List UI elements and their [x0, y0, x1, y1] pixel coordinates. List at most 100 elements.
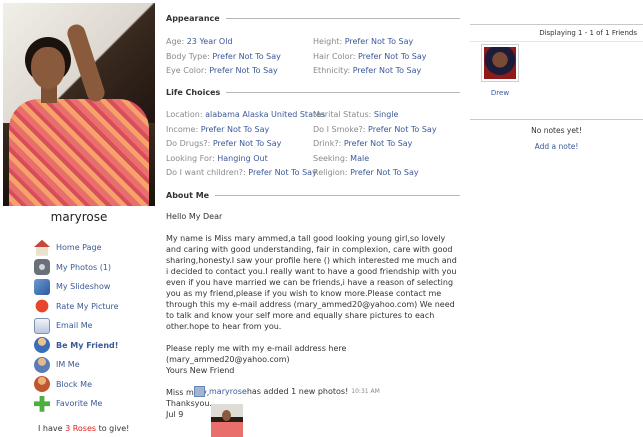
profile-username: maryrose: [50, 210, 108, 224]
eye-color-value[interactable]: Prefer Not To Say: [209, 66, 278, 75]
marital-status-field: Marital Status: Single: [313, 110, 399, 119]
profile-details: Appearance Age: 23 Year Old Height: Pref…: [166, 0, 460, 437]
section-title: Life Choices: [166, 88, 221, 97]
action-my-slideshow[interactable]: My Slideshow: [34, 277, 158, 297]
home-icon: [34, 239, 50, 256]
seeking-value[interactable]: Male: [350, 154, 369, 163]
ethnicity-value[interactable]: Prefer Not To Say: [353, 66, 422, 75]
profile-sidebar: maryrose Home Page My Photos (1) My Slid…: [0, 0, 158, 437]
detail-row: Body Type: Prefer Not To Say Hair Color:…: [166, 52, 460, 67]
action-label: Email Me: [56, 321, 93, 331]
activity-photo-thumbnail[interactable]: [211, 404, 243, 437]
drugs-field: Do Drugs?: Prefer Not To Say: [166, 139, 282, 148]
about-header: About Me: [166, 191, 460, 200]
action-email-me[interactable]: Email Me: [34, 316, 158, 336]
action-label: Favorite Me: [56, 399, 103, 409]
activity-time: 10:31 AM: [351, 388, 380, 395]
photo-added-icon: [194, 386, 205, 397]
detail-row: Eye Color: Prefer Not To Say Ethnicity: …: [166, 66, 460, 81]
detail-row: Do Drugs?: Prefer Not To Say Drink?: Pre…: [166, 139, 460, 154]
drink-field: Drink?: Prefer Not To Say: [313, 139, 413, 148]
roses-count-link[interactable]: 3 Roses: [65, 424, 96, 433]
im-icon: [34, 356, 50, 373]
profile-photo[interactable]: [3, 3, 155, 206]
action-label: My Slideshow: [56, 282, 111, 292]
detail-row: Location: alabama Alaska United States M…: [166, 110, 460, 125]
slideshow-icon: [34, 278, 50, 295]
detail-row: Income: Prefer Not To Say Do I Smoke?: P…: [166, 125, 460, 140]
looking-for-value[interactable]: Hanging Out: [217, 154, 267, 163]
notes-empty-text: No notes yet!: [531, 126, 582, 135]
smoke-value[interactable]: Prefer Not To Say: [368, 125, 437, 134]
friend-avatar[interactable]: [481, 44, 519, 82]
action-my-photos[interactable]: My Photos (1): [34, 258, 158, 278]
drink-value[interactable]: Prefer Not To Say: [344, 139, 413, 148]
marital-status-value[interactable]: Single: [374, 110, 399, 119]
activity-user-link[interactable]: maryrose: [209, 387, 247, 396]
religion-value[interactable]: Prefer Not To Say: [350, 168, 419, 177]
friend-card[interactable]: Drew: [478, 44, 522, 97]
action-rate-picture[interactable]: Rate My Picture: [32, 297, 158, 317]
about-paragraph: Please reply me with my e-mail address h…: [166, 344, 347, 375]
action-block-me[interactable]: Block Me: [34, 375, 158, 395]
action-label: Block Me: [56, 379, 93, 389]
block-icon: [34, 376, 50, 393]
hair-color-value[interactable]: Prefer Not To Say: [358, 52, 427, 61]
action-label: Rate My Picture: [56, 301, 119, 311]
action-home-page[interactable]: Home Page: [34, 238, 158, 258]
body-type-value[interactable]: Prefer Not To Say: [212, 52, 281, 61]
detail-row: Looking For: Hanging Out Seeking: Male: [166, 154, 460, 169]
roses-text: I have 3 Roses to give!: [38, 424, 129, 433]
age-field: Age: 23 Year Old: [166, 37, 233, 46]
activity-text: has added 1 new photos!: [246, 387, 349, 396]
action-be-my-friend[interactable]: Be My Friend!: [34, 336, 158, 356]
divider: [215, 195, 460, 196]
friend-name-link[interactable]: Drew: [478, 89, 522, 97]
about-paragraph: My name is Miss mary ammed,a tall good l…: [166, 234, 457, 331]
action-label: IM Me: [56, 360, 80, 370]
age-value[interactable]: 23 Year Old: [187, 37, 233, 46]
height-value[interactable]: Prefer Not To Say: [345, 37, 414, 46]
action-im-me[interactable]: IM Me: [34, 355, 158, 375]
action-favorite-me[interactable]: Favorite Me: [34, 394, 158, 414]
body-type-field: Body Type: Prefer Not To Say: [166, 52, 281, 61]
profile-actions: Home Page My Photos (1) My Slideshow Rat…: [32, 238, 158, 414]
looking-for-field: Looking For: Hanging Out: [166, 153, 268, 163]
friends-header: Displaying 1 - 1 of 1 Friends: [470, 24, 643, 42]
friends-count: Displaying 1 - 1 of 1 Friends: [539, 29, 637, 37]
activity-item: maryrose has added 1 new photos! 10:31 A…: [194, 386, 458, 397]
location-value[interactable]: alabama Alaska United States: [205, 110, 325, 119]
email-icon: [34, 317, 50, 334]
divider: [225, 18, 460, 19]
children-field: Do I want children?: Prefer Not To Say: [166, 168, 317, 177]
action-label: Be My Friend!: [56, 340, 119, 350]
smoke-field: Do I Smoke?: Prefer Not To Say: [313, 124, 437, 134]
roses-prefix: I have: [38, 424, 66, 433]
drugs-value[interactable]: Prefer Not To Say: [213, 139, 282, 148]
photos-icon: [34, 259, 50, 276]
favorite-icon: [34, 395, 50, 412]
add-note-link[interactable]: Add a note!: [470, 142, 643, 151]
divider: [226, 92, 460, 93]
roses-suffix: to give!: [96, 424, 130, 433]
hair-color-field: Hair Color: Prefer Not To Say: [313, 52, 427, 61]
section-title: Appearance: [166, 14, 220, 23]
action-label: My Photos (1): [56, 262, 112, 272]
section-title: About Me: [166, 191, 210, 200]
seeking-field: Seeking: Male: [313, 153, 370, 163]
detail-row: Age: 23 Year Old Height: Prefer Not To S…: [166, 37, 460, 52]
action-label: Home Page: [56, 243, 102, 253]
heart-icon: [32, 297, 52, 316]
eye-color-field: Eye Color: Prefer Not To Say: [166, 66, 278, 75]
about-me-text: Hello My Dear My name is Miss mary ammed…: [166, 211, 458, 431]
divider: [470, 119, 643, 120]
right-sidebar: Displaying 1 - 1 of 1 Friends Drew No no…: [470, 0, 643, 437]
height-field: Height: Prefer Not To Say: [313, 37, 414, 46]
add-friend-icon: [34, 337, 50, 354]
ethnicity-field: Ethnicity: Prefer Not To Say: [313, 66, 422, 75]
location-field: Location: alabama Alaska United States: [166, 110, 326, 119]
appearance-header: Appearance: [166, 14, 460, 23]
children-value[interactable]: Prefer Not To Say: [248, 168, 317, 177]
income-value[interactable]: Prefer Not To Say: [201, 125, 270, 134]
religion-field: Religion: Prefer Not To Say: [313, 168, 419, 177]
